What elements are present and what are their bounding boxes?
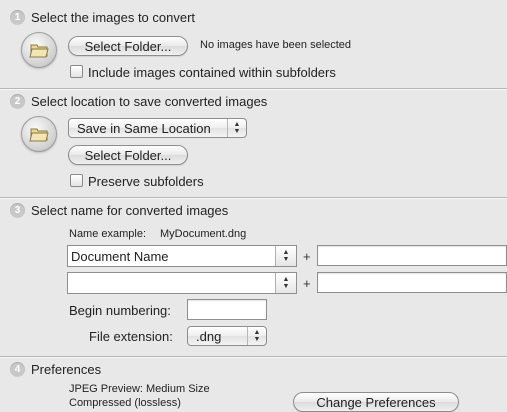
section-1-header: 1 Select the images to convert (10, 10, 195, 25)
section-2-title: Select location to save converted images (31, 94, 268, 109)
up-down-arrows-icon[interactable]: ▲ ▼ (275, 246, 296, 266)
step-number-3: 3 (10, 203, 25, 218)
source-status-text: No images have been selected (200, 39, 352, 51)
up-down-arrows-icon: ▲ ▼ (227, 119, 246, 137)
begin-numbering-label: Begin numbering: (69, 303, 171, 318)
section-4-title: Preferences (31, 362, 102, 377)
plus-sign-2: + (303, 276, 311, 291)
source-folder-icon (21, 32, 57, 68)
preserve-subfolders-checkbox[interactable] (70, 174, 83, 187)
section-2-header: 2 Select location to save converted imag… (10, 94, 267, 109)
step-number-1: 1 (10, 10, 25, 25)
plus-sign-1: + (303, 249, 311, 264)
section-4-header: 4 Preferences (10, 362, 101, 377)
name-part-2-extension-field[interactable] (317, 272, 507, 293)
name-example-value: MyDocument.dng (160, 228, 247, 240)
select-source-folder-button[interactable]: Select Folder... (68, 36, 188, 56)
file-extension-label: File extension: (89, 329, 173, 344)
name-part-1-value: Document Name (71, 248, 169, 264)
divider-2 (0, 197, 507, 199)
name-part-1-combo[interactable]: Document Name ▲ ▼ (67, 245, 297, 267)
preferences-line-2: Compressed (lossless) (69, 397, 181, 409)
divider-3 (0, 356, 507, 358)
select-destination-folder-button[interactable]: Select Folder... (68, 145, 188, 165)
name-part-1-extension-field[interactable] (317, 245, 507, 266)
preserve-subfolders-label: Preserve subfolders (88, 174, 204, 189)
section-1-title: Select the images to convert (31, 10, 196, 25)
destination-folder-icon (21, 116, 57, 152)
change-preferences-button[interactable]: Change Preferences (293, 392, 459, 412)
up-down-arrows-icon[interactable]: ▲ ▼ (275, 273, 296, 293)
name-part-2-combo[interactable]: ▲ ▼ (67, 272, 297, 294)
preferences-line-1: JPEG Preview: Medium Size (69, 383, 210, 395)
up-down-arrows-icon: ▲ ▼ (247, 327, 266, 345)
save-location-value: Save in Same Location (77, 120, 211, 136)
include-subfolders-checkbox[interactable] (70, 65, 83, 78)
step-number-2: 2 (10, 94, 25, 109)
divider-1 (0, 88, 507, 90)
include-subfolders-label: Include images contained within subfolde… (88, 65, 336, 80)
begin-numbering-field[interactable] (187, 299, 267, 320)
section-3-title: Select name for converted images (31, 203, 229, 218)
name-example-label: Name example: (69, 228, 147, 240)
file-extension-value: .dng (196, 328, 222, 344)
step-number-4: 4 (10, 362, 25, 377)
save-location-popup[interactable]: Save in Same Location ▲ ▼ (68, 118, 247, 138)
file-extension-popup[interactable]: .dng ▲ ▼ (187, 326, 267, 346)
section-3-header: 3 Select name for converted images (10, 203, 228, 218)
